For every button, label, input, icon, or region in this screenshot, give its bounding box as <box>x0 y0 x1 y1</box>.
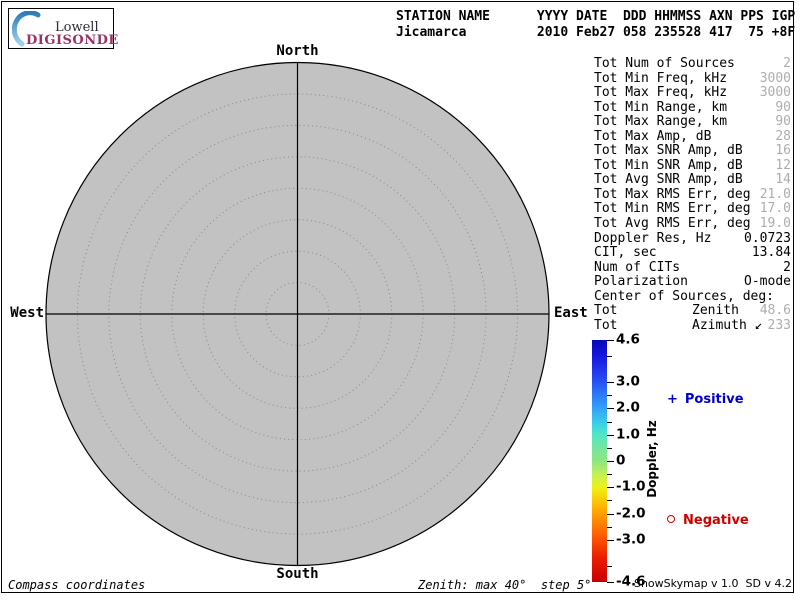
stat-label: Tot Min Range, km <box>594 101 727 116</box>
legend-negative: Negative <box>667 513 749 528</box>
colorbar-tick-label: 4.6 <box>616 331 640 347</box>
stat-value: O-mode <box>744 275 791 290</box>
stat-value: 16 <box>775 144 791 159</box>
stat-value: 0.0723 <box>744 232 791 247</box>
stat-label: Tot <box>594 304 617 319</box>
colorbar-minor-tick <box>607 422 612 423</box>
compass-label-south: South <box>247 566 348 582</box>
stat-label: Polarization <box>594 275 688 290</box>
footer-coordinates-label: Compass coordinates <box>8 578 145 592</box>
stat-value: 3000 <box>760 86 791 101</box>
plus-icon: + <box>667 392 678 407</box>
stat-label: Doppler Res, Hz <box>594 232 711 247</box>
colorbar-minor-tick <box>607 395 612 396</box>
stat-label: Tot Min RMS Err, deg <box>594 202 751 217</box>
stat-label: Tot Max Amp, dB <box>594 130 711 145</box>
legend-positive: + Positive <box>667 392 744 407</box>
stat-value: 233 <box>768 319 791 334</box>
colorbar-major-tick <box>607 487 614 488</box>
colorbar-major-tick <box>607 382 614 383</box>
stat-row: Tot Avg RMS Err, deg 19.0 <box>594 217 791 232</box>
stat-row: Polarization O-mode <box>594 275 791 290</box>
stat-row: Tot Min SNR Amp, dB 12 <box>594 159 791 174</box>
stat-value: 12 <box>775 159 791 174</box>
stat-row: Center of Sources, deg: <box>594 290 791 305</box>
stat-label: Tot Max SNR Amp, dB <box>594 144 743 159</box>
colorbar-major-tick <box>607 514 614 515</box>
stat-label: Tot <box>594 319 617 334</box>
stat-row: Tot Max Range, km 90 <box>594 115 791 130</box>
stat-row: Tot Max Amp, dB 28 <box>594 130 791 145</box>
colorbar-tick-label: -3.0 <box>616 531 646 547</box>
colorbar-minor-tick <box>607 448 612 449</box>
stat-value: 19.0 <box>760 217 791 232</box>
stat-label: CIT, sec <box>594 246 657 261</box>
stats-panel: Tot Num of Sources 2 Tot Min Freq, kHz 3000… <box>594 57 791 333</box>
colorbar-minor-tick <box>607 356 612 357</box>
stat-label: Tot Avg RMS Err, deg <box>594 217 751 232</box>
compass-label-west: West <box>0 305 44 321</box>
stat-value: 2 <box>783 57 791 72</box>
legend-positive-label: Positive <box>685 392 744 407</box>
stat-value: 3000 <box>760 72 791 87</box>
stat-row: Tot Zenith 48.6 <box>594 304 791 319</box>
stat-value: 90 <box>775 115 791 130</box>
stat-label: Num of CITs <box>594 261 680 276</box>
stat-row: Tot Max SNR Amp, dB 16 <box>594 144 791 159</box>
colorbar-minor-tick <box>607 527 612 528</box>
colorbar-major-tick <box>607 435 614 436</box>
stat-row: Tot Min RMS Err, deg 17.0 <box>594 202 791 217</box>
stat-value: 21.0 <box>760 188 791 203</box>
footer-version-label: ShowSkymap v 1.0 SD v 4.2 <box>630 577 792 590</box>
colorbar-minor-tick <box>607 500 612 501</box>
stat-value: 13.84 <box>752 246 791 261</box>
colorbar-minor-tick <box>607 474 612 475</box>
open-circle-icon <box>667 515 675 523</box>
stat-mid-label: Azimuth ↙ <box>692 319 762 334</box>
stat-value: 14 <box>775 173 791 188</box>
colorbar-tick-label: 0 <box>616 452 625 468</box>
colorbar-major-tick <box>607 582 614 583</box>
stat-row: Tot Max Freq, kHz 3000 <box>594 86 791 101</box>
stat-value: 17.0 <box>760 202 791 217</box>
stat-value: 28 <box>775 130 791 145</box>
stat-label: Tot Max RMS Err, deg <box>594 188 751 203</box>
stat-value: 2 <box>783 261 791 276</box>
colorbar-tick-label: 1.0 <box>616 426 640 442</box>
stat-label: Tot Avg SNR Amp, dB <box>594 173 743 188</box>
stat-row: Tot Num of Sources 2 <box>594 57 791 72</box>
colorbar-tick-label: 3.0 <box>616 373 640 389</box>
colorbar-minor-tick <box>607 566 612 567</box>
colorbar-major-tick <box>607 340 614 341</box>
stat-row: Tot Min Freq, kHz 3000 <box>594 72 791 87</box>
colorbar-tick-label: 2.0 <box>616 400 640 416</box>
colorbar-major-tick <box>607 408 614 409</box>
stat-row: Doppler Res, Hz 0.0723 <box>594 232 791 247</box>
colorbar-major-tick <box>607 461 614 462</box>
stat-row: Tot Avg SNR Amp, dB 14 <box>594 173 791 188</box>
colorbar-major-tick <box>607 540 614 541</box>
stat-label: Tot Min SNR Amp, dB <box>594 159 743 174</box>
stat-value: 48.6 <box>760 304 791 319</box>
showskymap-window: { "logo": { "brand_top": "Lowell", "bran… <box>0 0 800 600</box>
stat-label: Center of Sources, deg: <box>594 290 774 305</box>
compass-label-north: North <box>247 43 348 59</box>
colorbar-gradient <box>592 340 607 582</box>
colorbar-axis-title: Doppler, Hz <box>645 409 659 509</box>
colorbar-tick-label: -2.0 <box>616 505 646 521</box>
stat-label: Tot Min Freq, kHz <box>594 72 727 87</box>
colorbar-tick-label: -1.0 <box>616 479 646 495</box>
stat-row: Tot Max RMS Err, deg 21.0 <box>594 188 791 203</box>
legend-negative-label: Negative <box>683 513 749 528</box>
footer-zenith-label: Zenith: max 40° step 5° <box>418 578 591 592</box>
stat-row: Num of CITs 2 <box>594 261 791 276</box>
stat-mid-label: Zenith <box>692 304 739 319</box>
stat-row: CIT, sec 13.84 <box>594 246 791 261</box>
stat-label: Tot Num of Sources <box>594 57 735 72</box>
stat-value: 90 <box>775 101 791 116</box>
stat-label: Tot Max Freq, kHz <box>594 86 727 101</box>
stat-row: Tot Min Range, km 90 <box>594 101 791 116</box>
stat-label: Tot Max Range, km <box>594 115 727 130</box>
